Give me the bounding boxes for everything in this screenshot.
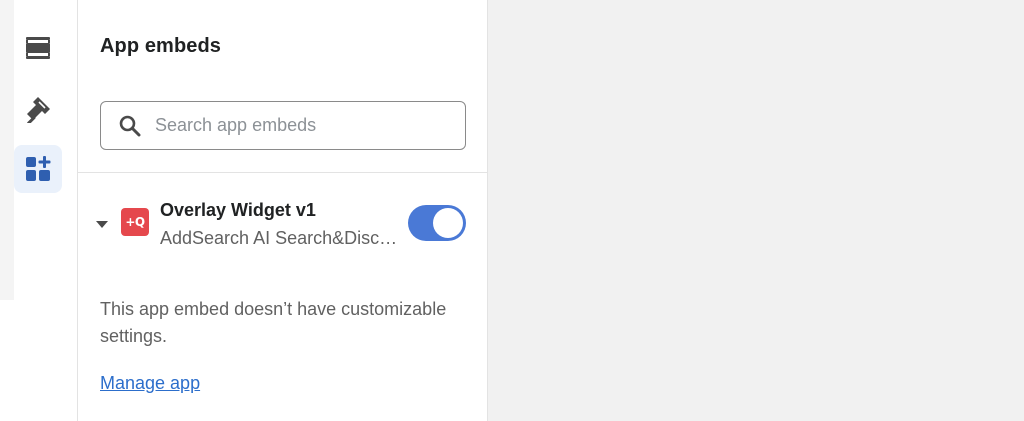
embed-app-name: AddSearch AI Search&Discovery [160, 228, 403, 248]
no-settings-message: This app embed doesn’t have customizable… [100, 299, 447, 346]
app-embeds-panel: App embeds +Q Overlay Widget v1 AddSe [78, 0, 488, 421]
app-logo-text: +Q [125, 215, 145, 229]
preview-canvas [489, 0, 1024, 421]
search-box[interactable] [100, 101, 466, 150]
app-embed-item: +Q Overlay Widget v1 AddSearch AI Search… [78, 190, 487, 260]
app-embeds-icon [24, 155, 52, 183]
editor-icon-rail [0, 0, 78, 421]
sections-icon [25, 36, 51, 60]
panel-title: App embeds [100, 35, 222, 57]
search-input[interactable] [155, 102, 455, 148]
search-icon [118, 114, 142, 143]
theme-brush-icon [24, 95, 52, 123]
toggle-knob [433, 208, 463, 238]
sections-button[interactable] [14, 24, 62, 72]
expand-caret-icon[interactable] [95, 216, 109, 228]
manage-app-link[interactable]: Manage app [100, 373, 200, 394]
rail-shade [0, 0, 14, 300]
embed-name: Overlay Widget v1 [160, 200, 316, 220]
theme-editor: App embeds +Q Overlay Widget v1 AddSe [0, 0, 1024, 421]
panel-divider [78, 172, 487, 173]
embed-enable-toggle[interactable] [408, 205, 466, 241]
app-embeds-button[interactable] [14, 145, 62, 193]
app-logo: +Q [121, 208, 149, 236]
theme-settings-button[interactable] [14, 85, 62, 133]
